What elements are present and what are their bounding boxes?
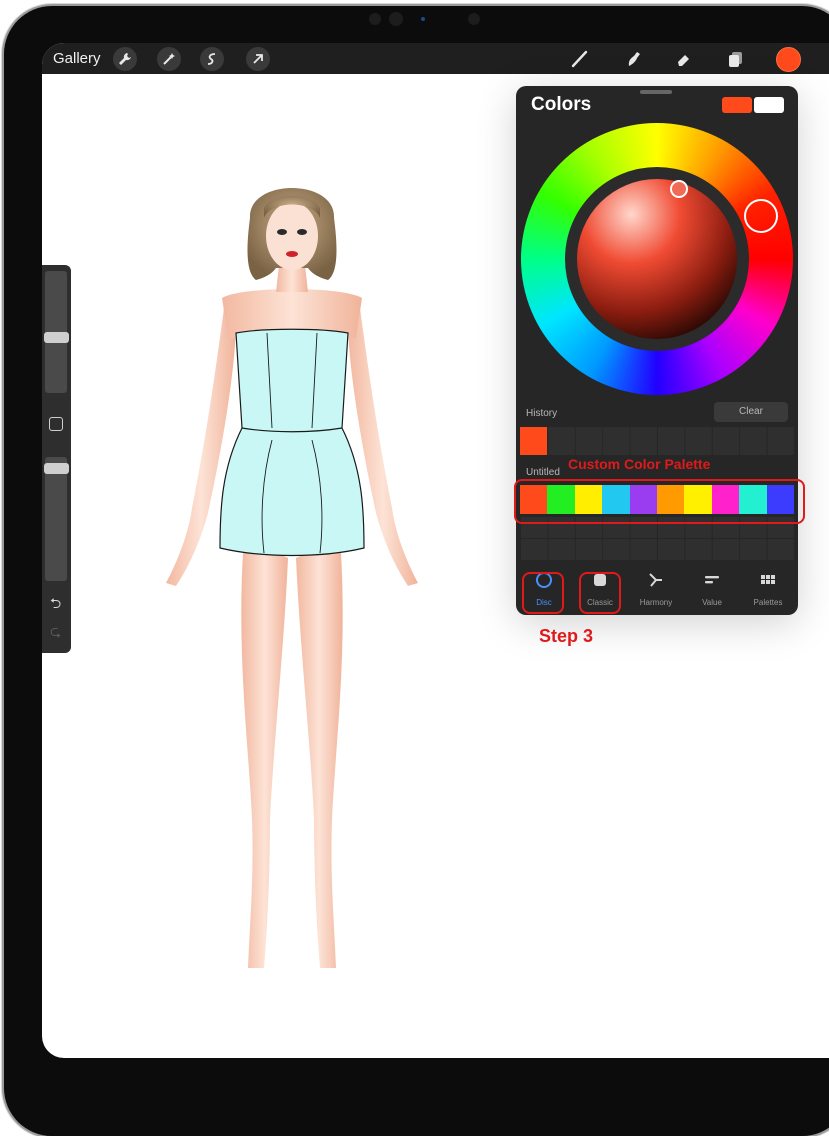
tab-harmony-label: Harmony	[639, 598, 673, 607]
saturation-brightness-disc[interactable]	[577, 179, 737, 339]
step-caption: Step 3	[539, 626, 594, 646]
canvas-screen: Gallery ⮌ ⮎ Colors History Clear Untitle…	[42, 43, 829, 1058]
disc-tab-highlight-box	[522, 572, 564, 614]
proximity-sensor	[468, 13, 480, 25]
transform-arrow-icon[interactable]	[246, 47, 270, 71]
brush-size-thumb[interactable]	[44, 332, 69, 344]
smudge-icon[interactable]	[622, 47, 646, 71]
eraser-icon[interactable]	[672, 47, 696, 71]
history-swatch-row	[520, 427, 794, 455]
camera-lens	[389, 12, 403, 26]
gallery-button[interactable]: Gallery	[53, 50, 101, 67]
palettes-grid-icon	[758, 570, 778, 590]
camera-indicator	[421, 17, 425, 21]
clear-history-button[interactable]: Clear	[714, 402, 788, 422]
primary-color-swatch[interactable]	[722, 97, 752, 113]
selection-icon[interactable]	[200, 47, 224, 71]
undo-icon[interactable]: ⮌	[50, 593, 61, 617]
fashion-figure-illustration	[166, 188, 418, 968]
saturation-picker-handle[interactable]	[670, 180, 688, 198]
value-icon	[702, 570, 722, 590]
brush-icon[interactable]	[568, 47, 592, 71]
history-swatch[interactable]	[520, 427, 547, 455]
current-color-button[interactable]	[776, 47, 801, 72]
classic-tab-highlight-box	[579, 572, 621, 614]
magic-wand-icon[interactable]	[157, 47, 181, 71]
tab-palettes[interactable]: Palettes	[740, 564, 796, 612]
secondary-color-swatch[interactable]	[754, 97, 784, 113]
top-toolbar: Gallery	[42, 43, 829, 74]
opacity-thumb[interactable]	[44, 462, 69, 474]
tab-value-label: Value	[702, 598, 722, 607]
opacity-slider[interactable]	[45, 457, 67, 581]
tab-palettes-label: Palettes	[753, 598, 783, 607]
palette-highlight-box	[514, 479, 805, 524]
color-disc[interactable]	[521, 123, 793, 395]
redo-icon[interactable]: ⮎	[50, 621, 61, 645]
modify-button[interactable]	[49, 417, 63, 431]
wrench-icon[interactable]	[113, 47, 137, 71]
panel-drag-handle[interactable]	[640, 90, 672, 94]
colors-panel: Colors History Clear Untitled Disc Class…	[516, 86, 798, 615]
history-label: History	[526, 408, 558, 419]
panel-title: Colors	[531, 94, 592, 115]
hue-picker-handle[interactable]	[744, 199, 778, 233]
harmony-icon	[646, 570, 666, 590]
left-sidebar: ⮌ ⮎	[42, 265, 71, 653]
camera-sensor	[369, 13, 381, 25]
tab-value[interactable]: Value	[684, 564, 740, 612]
tab-harmony[interactable]: Harmony	[628, 564, 684, 612]
palette-name-label: Untitled	[526, 467, 560, 478]
layers-icon[interactable]	[724, 47, 748, 71]
custom-palette-caption: Custom Color Palette	[568, 456, 711, 472]
